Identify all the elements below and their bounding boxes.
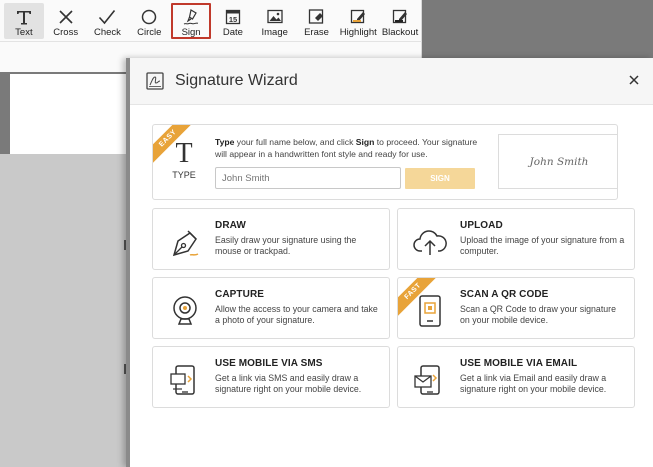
option-title: SCAN A QR CODE [460, 289, 549, 300]
full-name-input[interactable] [215, 167, 401, 189]
mobile-sms-option-card[interactable]: USE MOBILE VIA SMS Get a link via SMS an… [152, 346, 390, 408]
draw-option-card[interactable]: DRAW Easily draw your signature using th… [152, 208, 390, 270]
capture-option-card[interactable]: CAPTURE Allow the access to your camera … [152, 277, 390, 339]
option-description: Get a link via Email and easily draw a s… [460, 373, 607, 394]
instr-text: your full name below, and click [234, 137, 356, 147]
modal-header: Signature Wizard [130, 58, 653, 105]
sign-button[interactable]: SIGN [405, 168, 475, 189]
type-option-card: EASY T TYPE Type your full name below, a… [152, 124, 618, 200]
mobile-email-option-card[interactable]: USE MOBILE VIA EMAIL Get a link via Emai… [397, 346, 635, 408]
signature-preview-text: John Smith [529, 155, 589, 168]
mobile-sms-icon [167, 362, 203, 398]
check-icon [97, 7, 117, 26]
tool-check[interactable]: Check [88, 3, 128, 39]
option-title: USE MOBILE VIA SMS [215, 358, 323, 369]
tool-label: Cross [53, 27, 79, 38]
circle-icon [139, 7, 159, 26]
tool-text[interactable]: Text [4, 3, 44, 39]
signature-icon [145, 71, 165, 91]
type-label: TYPE [172, 170, 196, 180]
tool-label: Sign [181, 27, 201, 38]
tool-label: Text [15, 27, 33, 38]
option-title: UPLOAD [460, 220, 503, 231]
cross-icon [56, 7, 76, 26]
text-icon [14, 7, 34, 26]
tool-circle[interactable]: Circle [129, 3, 169, 39]
tool-date[interactable]: 15 Date [213, 3, 253, 39]
toolbar: Text Cross Check Circle Sign 15 Date Ima… [0, 0, 422, 42]
signature-preview: John Smith [498, 134, 617, 189]
tool-highlight[interactable]: Highlight [338, 3, 378, 39]
document-page[interactable] [10, 74, 126, 154]
tool-label: Highlight [339, 27, 377, 38]
upload-option-card[interactable]: UPLOAD Upload the image of your signatur… [397, 208, 635, 270]
option-description: Easily draw your signature using the mou… [215, 235, 357, 256]
qr-code-option-card[interactable]: FAST SCAN A QR CODE Scan a QR Code to dr… [397, 277, 635, 339]
calendar-day: 15 [229, 15, 237, 24]
type-icon-letter: T [175, 138, 193, 169]
type-instructions: Type your full name below, and click Sig… [215, 136, 490, 160]
tool-label: Circle [137, 27, 162, 38]
tool-label: Erase [304, 27, 329, 38]
option-description: Upload the image of your signature from … [460, 235, 625, 256]
eraser-icon [306, 7, 326, 26]
mobile-email-icon [412, 362, 448, 398]
tool-blackout[interactable]: Blackout [380, 3, 420, 39]
tool-label: Blackout [381, 27, 419, 38]
signature-wizard-modal: Signature Wizard EASY T TYPE Type your f… [126, 58, 653, 467]
option-title: USE MOBILE VIA EMAIL [460, 358, 578, 369]
calendar-icon: 15 [223, 7, 243, 26]
option-title: CAPTURE [215, 289, 265, 300]
tool-label: Check [93, 27, 121, 38]
tool-label: Date [222, 27, 243, 38]
option-description: Allow the access to your camera and take… [215, 304, 378, 325]
modal-title: Signature Wizard [175, 72, 298, 89]
cloud-upload-icon [412, 224, 448, 260]
webcam-icon [167, 293, 203, 329]
image-icon [265, 7, 285, 26]
option-description: Get a link via SMS and easily draw a sig… [215, 373, 362, 394]
blackout-icon [390, 7, 410, 26]
tool-sign[interactable]: Sign [171, 3, 212, 39]
instr-bold-sign: Sign [355, 137, 375, 147]
highlight-icon [348, 7, 368, 26]
document-background [0, 154, 126, 467]
option-description: Scan a QR Code to draw your signature on… [460, 304, 616, 325]
tool-label: Image [261, 27, 288, 38]
sign-pen-icon [181, 8, 201, 26]
tool-erase[interactable]: Erase [297, 3, 337, 39]
option-title: DRAW [215, 220, 246, 231]
type-icon: T TYPE [167, 138, 201, 181]
close-icon[interactable] [627, 73, 641, 87]
qr-phone-icon [412, 293, 448, 329]
modal-body: EASY T TYPE Type your full name below, a… [130, 105, 653, 467]
instr-bold-type: Type [215, 137, 235, 147]
tool-cross[interactable]: Cross [46, 3, 86, 39]
tool-image[interactable]: Image [255, 3, 295, 39]
fountain-pen-icon [167, 224, 203, 260]
